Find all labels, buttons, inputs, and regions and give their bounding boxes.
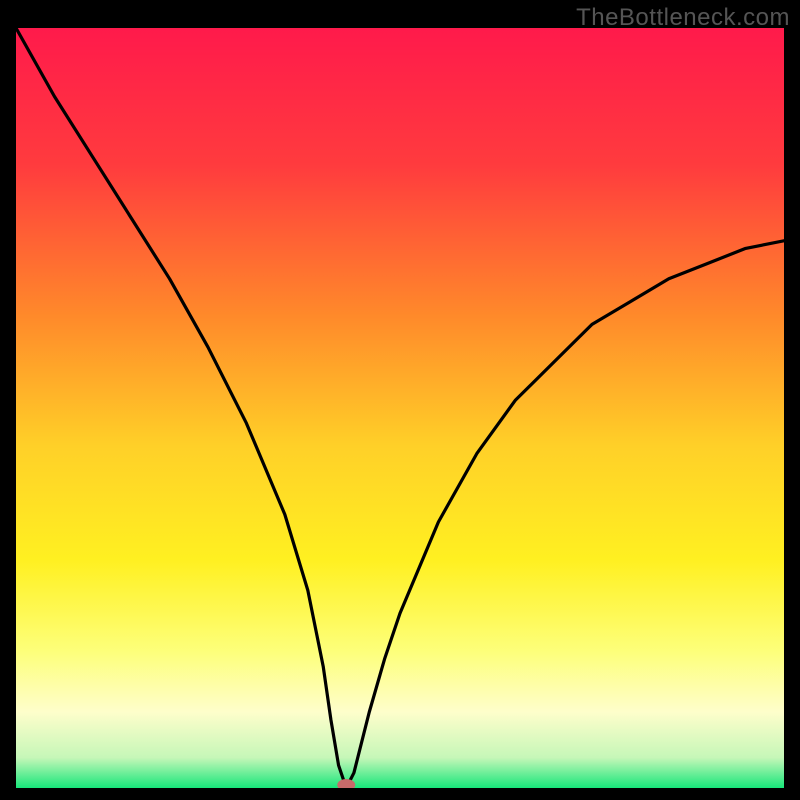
chart-frame: TheBottleneck.com <box>0 0 800 800</box>
chart-svg <box>16 28 784 788</box>
gradient-background <box>16 28 784 788</box>
plot-area <box>16 28 784 788</box>
